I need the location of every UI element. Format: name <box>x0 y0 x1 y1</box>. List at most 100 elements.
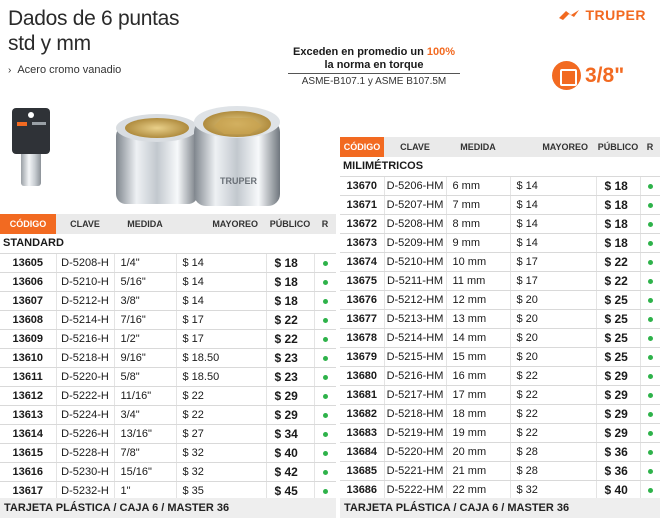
table-header-row: CÓDIGO CLAVE MEDIDA MAYOREO PÚBLICO R <box>0 214 336 234</box>
table-row: 13674 D-5210-HM 10 mm $ 17 $ 22 <box>340 252 660 272</box>
product-size: 17 mm <box>445 385 510 405</box>
product-size: 9 mm <box>445 233 510 253</box>
table-row: 13671 D-5207-HM 7 mm $ 14 $ 18 <box>340 195 660 215</box>
product-key: D-5208-HM <box>383 214 446 234</box>
product-size: 13 mm <box>445 309 510 329</box>
product-key: D-5207-HM <box>383 195 446 215</box>
product-code: 13677 <box>340 309 384 329</box>
availability-dot-icon <box>647 297 653 303</box>
product-key: D-5218-HM <box>383 404 446 424</box>
table-row: 13608 D-5214-H 7/16" $ 17 $ 22 <box>0 310 336 330</box>
product-size: 12 mm <box>445 290 510 310</box>
product-code: 13615 <box>0 443 56 463</box>
product-size: 7/8" <box>113 443 176 463</box>
table-row: 13609 D-5216-H 1/2" $ 17 $ 22 <box>0 329 336 349</box>
availability-cell <box>639 423 660 443</box>
availability-dot-icon <box>647 240 653 246</box>
packaged-socket-image <box>12 108 50 186</box>
table-row: 13616 D-5230-H 15/16" $ 32 $ 42 <box>0 462 336 482</box>
availability-dot-icon <box>647 335 653 341</box>
availability-dot-icon <box>647 468 653 474</box>
availability-dot-icon <box>647 183 653 189</box>
availability-cell <box>313 291 336 311</box>
public-price: $ 18 <box>595 195 640 215</box>
product-code: 13679 <box>340 347 384 367</box>
product-size: 13/16" <box>113 424 176 444</box>
wholesale-price: $ 14 <box>509 195 596 215</box>
public-price: $ 42 <box>265 462 314 482</box>
product-size: 15/16" <box>113 462 176 482</box>
public-price: $ 23 <box>265 348 314 368</box>
public-price: $ 22 <box>265 329 314 349</box>
table-row: 13607 D-5212-H 3/8" $ 14 $ 18 <box>0 291 336 311</box>
availability-cell <box>313 405 336 425</box>
promo-percent: 100% <box>426 46 455 58</box>
wholesale-price: $ 20 <box>509 328 596 348</box>
brand-name: TRUPER <box>585 7 646 23</box>
availability-dot-icon <box>647 411 653 417</box>
product-code: 13672 <box>340 214 384 234</box>
header-wholesale: MAYOREO <box>510 137 596 157</box>
public-price: $ 22 <box>595 252 640 272</box>
table-row: 13670 D-5206-HM 6 mm $ 14 $ 18 <box>340 176 660 196</box>
table-row: 13612 D-5222-H 11/16" $ 22 $ 29 <box>0 386 336 406</box>
product-code: 13683 <box>340 423 384 443</box>
wholesale-price: $ 22 <box>175 386 266 406</box>
availability-dot-icon <box>647 278 653 284</box>
public-price: $ 18 <box>265 291 314 311</box>
wholesale-price: $ 32 <box>175 443 266 463</box>
table-row: 13610 D-5218-H 9/16" $ 18.50 $ 23 <box>0 348 336 368</box>
wholesale-price: $ 14 <box>175 291 266 311</box>
availability-dot-icon <box>322 488 328 494</box>
section-row: STANDARD <box>0 234 336 254</box>
left-footer: TARJETA PLÁSTICA / CAJA 6 / MASTER 36 <box>0 498 336 518</box>
header-r: R <box>640 137 660 157</box>
product-size: 9/16" <box>113 348 176 368</box>
public-price: $ 29 <box>595 366 640 386</box>
product-code: 13684 <box>340 442 384 462</box>
product-code: 13682 <box>340 404 384 424</box>
availability-dot-icon <box>322 336 328 342</box>
table-row: 13682 D-5218-HM 18 mm $ 22 $ 29 <box>340 404 660 424</box>
public-price: $ 36 <box>595 442 640 462</box>
product-size: 1/2" <box>113 329 176 349</box>
table-row: 13678 D-5214-HM 14 mm $ 20 $ 25 <box>340 328 660 348</box>
chevron-right-icon: › <box>8 65 12 76</box>
public-price: $ 23 <box>265 367 314 387</box>
product-size: 7 mm <box>445 195 510 215</box>
product-code: 13671 <box>340 195 384 215</box>
product-code: 13611 <box>0 367 56 387</box>
availability-cell <box>313 272 336 292</box>
public-price: $ 29 <box>595 385 640 405</box>
table-row: 13605 D-5208-H 1/4" $ 14 $ 18 <box>0 253 336 273</box>
table-row: 13679 D-5215-HM 15 mm $ 20 $ 25 <box>340 347 660 367</box>
title-line-1: Dados de 6 puntas <box>8 7 180 30</box>
public-price: $ 18 <box>265 272 314 292</box>
public-price: $ 18 <box>595 176 640 196</box>
public-price: $ 34 <box>265 424 314 444</box>
product-key: D-5216-HM <box>383 366 446 386</box>
availability-cell <box>313 462 336 482</box>
wholesale-price: $ 27 <box>175 424 266 444</box>
availability-cell <box>639 271 660 291</box>
availability-cell <box>639 442 660 462</box>
wholesale-price: $ 22 <box>509 423 596 443</box>
table-header-row: CÓDIGO CLAVE MEDIDA MAYOREO PÚBLICO R <box>340 137 660 157</box>
public-price: $ 18 <box>595 214 640 234</box>
availability-cell <box>639 233 660 253</box>
square-drive-icon <box>552 61 581 90</box>
wholesale-price: $ 20 <box>509 309 596 329</box>
header-r: R <box>314 214 336 234</box>
product-key: D-5220-HM <box>383 442 446 462</box>
availability-cell <box>639 176 660 196</box>
product-code: 13613 <box>0 405 56 425</box>
header-public: PÚBLICO <box>596 137 640 157</box>
product-code: 13607 <box>0 291 56 311</box>
product-code: 13681 <box>340 385 384 405</box>
product-code: 13616 <box>0 462 56 482</box>
wholesale-price: $ 14 <box>509 176 596 196</box>
promo-line-1-pre: Exceden en promedio un <box>293 46 427 58</box>
product-code: 13609 <box>0 329 56 349</box>
product-size: 7/16" <box>113 310 176 330</box>
availability-dot-icon <box>322 393 328 399</box>
